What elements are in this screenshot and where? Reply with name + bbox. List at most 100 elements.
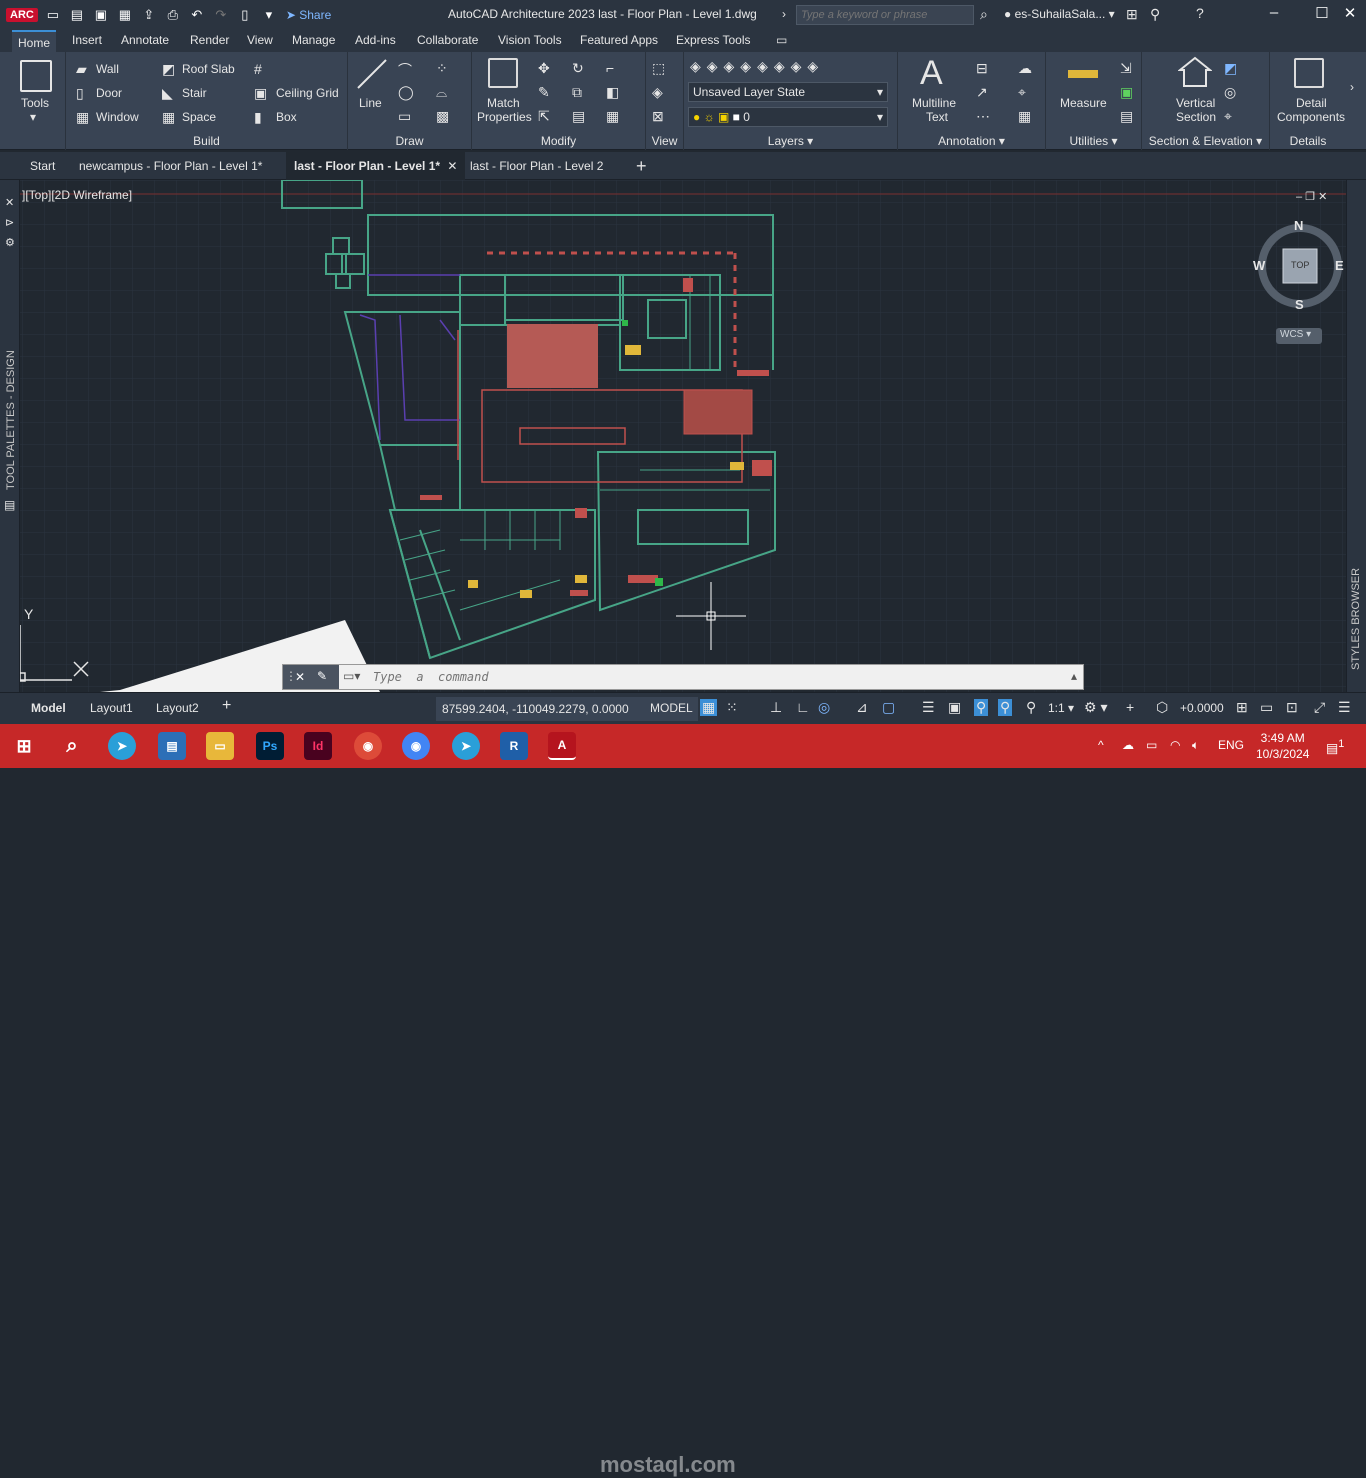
tab-home[interactable]: Home <box>12 30 57 52</box>
vertical-section-icon[interactable] <box>1178 56 1212 88</box>
panel-title-utilities[interactable]: Utilities ▾ <box>1046 134 1141 148</box>
match-properties-icon[interactable] <box>488 58 518 88</box>
drawing-canvas[interactable]: N S E W TOP WCS ▾ Y – ❐ ✕ <box>0 180 1366 692</box>
compass-east[interactable]: E <box>1335 258 1344 273</box>
minimize-button[interactable]: – <box>1262 4 1286 21</box>
chrome-icon[interactable]: ◉ <box>402 732 430 760</box>
leader-icon[interactable]: ↗ <box>976 84 988 101</box>
tab-view[interactable]: View <box>247 33 273 47</box>
dimension-icon[interactable]: ⊟ <box>976 60 988 77</box>
tab-manage[interactable]: Manage <box>292 33 335 47</box>
multiline-text-icon[interactable]: A <box>920 54 943 93</box>
layout-tab-2[interactable]: Layout2 <box>156 701 199 715</box>
array-icon[interactable]: ▦ <box>606 108 619 125</box>
share-button[interactable]: ➤ Share <box>286 8 331 22</box>
tag-icon[interactable]: ⌖ <box>1018 84 1026 101</box>
cart-icon[interactable]: ⊞ <box>1126 6 1138 23</box>
transparency-icon[interactable]: ▣ <box>948 699 961 716</box>
polar-icon[interactable]: ◎ <box>818 699 830 716</box>
view-options-icon[interactable]: ⊠ <box>652 108 664 125</box>
cloud-icon[interactable]: ☁ <box>1018 60 1032 77</box>
maximize-button[interactable]: ☐ <box>1310 4 1334 22</box>
tab-vision-tools[interactable]: Vision Tools <box>498 33 562 47</box>
multiline-button[interactable]: Multiline <box>912 96 956 110</box>
pin-palette-icon[interactable]: ⊳ <box>5 216 14 229</box>
window-button[interactable]: Window <box>96 110 139 124</box>
viewport-controls-label[interactable]: ][Top][2D Wireframe] <box>22 188 132 202</box>
command-input[interactable] <box>373 669 1063 685</box>
workspace-gear-icon[interactable]: ⚙ ▾ <box>1084 699 1107 716</box>
scale-dropdown[interactable]: 1:1 ▾ <box>1048 701 1074 715</box>
viewport-restore-icon[interactable]: – ❐ ✕ <box>1296 190 1327 203</box>
indesign-icon[interactable]: Id <box>304 732 332 760</box>
chevron-down-icon[interactable]: ▾ <box>30 110 36 124</box>
fullscreen-icon[interactable]: ⤢ <box>1314 699 1325 716</box>
wcs-menu[interactable]: WCS ▾ <box>1276 328 1322 344</box>
tools-icon[interactable] <box>20 60 52 92</box>
ceiling-grid-button[interactable]: Ceiling Grid <box>276 86 339 100</box>
detail-components-icon[interactable] <box>1294 58 1324 88</box>
print-icon[interactable]: ⎙ <box>164 7 182 23</box>
dropdown-icon[interactable]: ▾ <box>260 7 278 23</box>
tab-express-tools[interactable]: Express Tools <box>676 33 750 47</box>
add-layout-icon[interactable]: + <box>222 697 231 715</box>
help-icon[interactable]: ? <box>1196 5 1204 21</box>
tab-featured-apps[interactable]: Featured Apps <box>580 33 658 47</box>
annotation-scale-icon[interactable]: ⚲ <box>1026 699 1036 716</box>
stair-button[interactable]: Stair <box>182 86 207 100</box>
properties-label[interactable]: Properties <box>477 110 532 124</box>
file-tab-newcampus[interactable]: newcampus - Floor Plan - Level 1* <box>79 159 262 173</box>
tab-render[interactable]: Render <box>190 33 229 47</box>
tool-palettes-strip[interactable]: ✕ ⊳ ⚙ TOOL PALETTES - DESIGN ▤ <box>0 180 20 692</box>
polyline-icon[interactable]: ⌒ <box>398 60 412 80</box>
view-cube-icon[interactable]: ⬚ <box>652 60 665 77</box>
compass-north[interactable]: N <box>1294 218 1303 233</box>
battery-icon[interactable]: ▭ <box>1146 738 1157 752</box>
trim-icon[interactable]: ⌐ <box>606 60 614 76</box>
search-icon[interactable]: ⌕ <box>980 6 988 23</box>
volume-icon[interactable]: 🔈︎ <box>1192 738 1199 753</box>
door-button[interactable]: Door <box>96 86 122 100</box>
model-space-button[interactable]: MODEL <box>650 701 693 715</box>
tab-insert[interactable]: Insert <box>72 33 102 47</box>
hardware-accel-icon[interactable]: ▭ <box>1260 699 1273 716</box>
ortho2-icon[interactable]: ∟ <box>796 699 810 715</box>
lineweight-icon[interactable]: ☰ <box>922 699 935 716</box>
layout-tab-model[interactable]: Model <box>31 701 66 715</box>
chrome-profile-icon[interactable]: ◉ <box>354 732 382 760</box>
user-menu[interactable]: ● es-SuhailaSala... ▾ <box>1004 7 1115 21</box>
space-button[interactable]: Space <box>182 110 216 124</box>
elevation-value[interactable]: +0.0000 <box>1180 701 1224 715</box>
arc-icon[interactable]: ⌓ <box>436 84 447 101</box>
ortho-icon[interactable]: ⊥ <box>770 699 782 716</box>
roof-slab-button[interactable]: Roof Slab <box>182 62 235 76</box>
redo-icon[interactable]: ↷ <box>212 7 230 23</box>
notification-icon[interactable]: ▤1 <box>1326 738 1344 756</box>
osnap-icon[interactable]: ▢ <box>882 699 895 716</box>
close-palette-icon[interactable]: ✕ <box>5 196 14 209</box>
rotate-icon[interactable]: ↻ <box>572 60 584 77</box>
new-tab-icon[interactable]: + <box>636 156 647 177</box>
hatch-icon[interactable]: ▩ <box>436 108 449 125</box>
app-menu-button[interactable]: ARC <box>6 8 38 22</box>
language-indicator[interactable]: ENG <box>1218 738 1244 752</box>
quick-select-icon[interactable]: ⇲ <box>1120 60 1132 77</box>
layer-state-dropdown[interactable]: Unsaved Layer State ▾ <box>688 82 888 102</box>
vertical-button[interactable]: Vertical <box>1176 96 1215 110</box>
current-layer-dropdown[interactable]: ● ☼ ▣ ■ 0 ▾ <box>688 107 888 127</box>
table-icon[interactable]: ▦ <box>1018 108 1031 125</box>
layer-tools-icons[interactable]: ◈◈◈◈◈◈◈◈ <box>690 58 824 75</box>
copy-icon[interactable]: ⧉ <box>572 84 582 101</box>
grid-toggle-icon[interactable]: ▦ <box>700 699 718 716</box>
network-icon[interactable]: ☁ <box>1122 738 1134 752</box>
auto-scale-icon[interactable]: ⚲ <box>998 699 1013 716</box>
match-button[interactable]: Match <box>487 96 520 110</box>
snap-icon[interactable]: ⁙ <box>726 699 738 716</box>
measure-icon[interactable] <box>1068 70 1098 78</box>
section-mark-icon[interactable]: ◎ <box>1224 84 1236 101</box>
photoshop-icon[interactable]: Ps <box>256 732 284 760</box>
isodraft-icon[interactable]: ⊿ <box>856 699 868 716</box>
system-clock[interactable]: 3:49 AM 10/3/2024 <box>1256 730 1309 762</box>
customize-status-icon[interactable]: ☰ <box>1338 699 1351 716</box>
autodesk-apps-icon[interactable]: ⚲ <box>1150 6 1160 23</box>
